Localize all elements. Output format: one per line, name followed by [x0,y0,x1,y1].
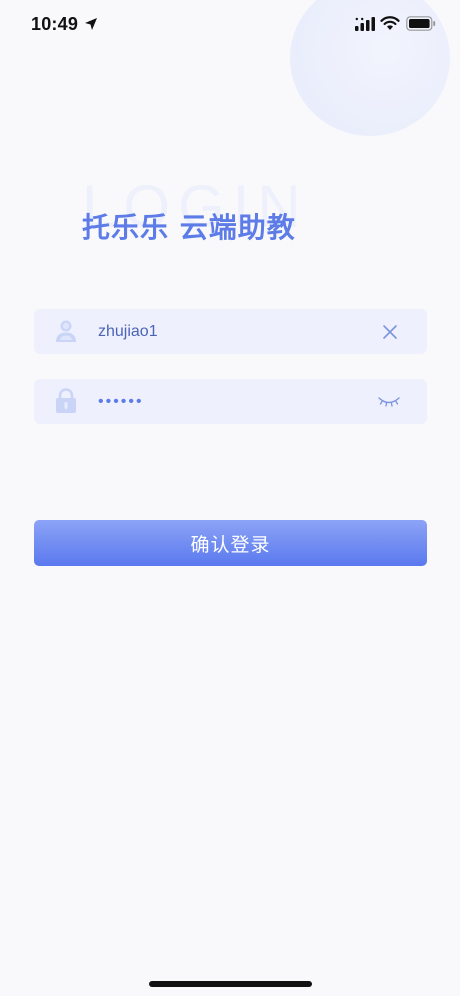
lock-icon [56,388,76,413]
home-indicator[interactable] [149,981,312,987]
signal-icon [355,17,375,31]
username-input[interactable]: zhujiao1 [98,309,368,354]
eye-closed-icon[interactable] [377,393,401,409]
password-field[interactable]: •••••• [34,379,427,424]
login-screen: 10:49 LOGIN 托乐乐 云端助教 zhujiao1 •••••• 确认登… [0,0,460,996]
login-button[interactable]: 确认登录 [34,520,427,566]
status-time: 10:49 [31,14,79,34]
location-arrow-icon [85,18,97,30]
page-title: 托乐乐 云端助教 [82,211,296,244]
user-icon [56,320,76,342]
clear-icon[interactable] [381,323,399,341]
password-input[interactable]: •••••• [98,379,368,424]
battery-icon [406,16,436,31]
status-bar: 10:49 [0,0,460,50]
wifi-icon [380,16,400,30]
username-field[interactable]: zhujiao1 [34,309,427,354]
